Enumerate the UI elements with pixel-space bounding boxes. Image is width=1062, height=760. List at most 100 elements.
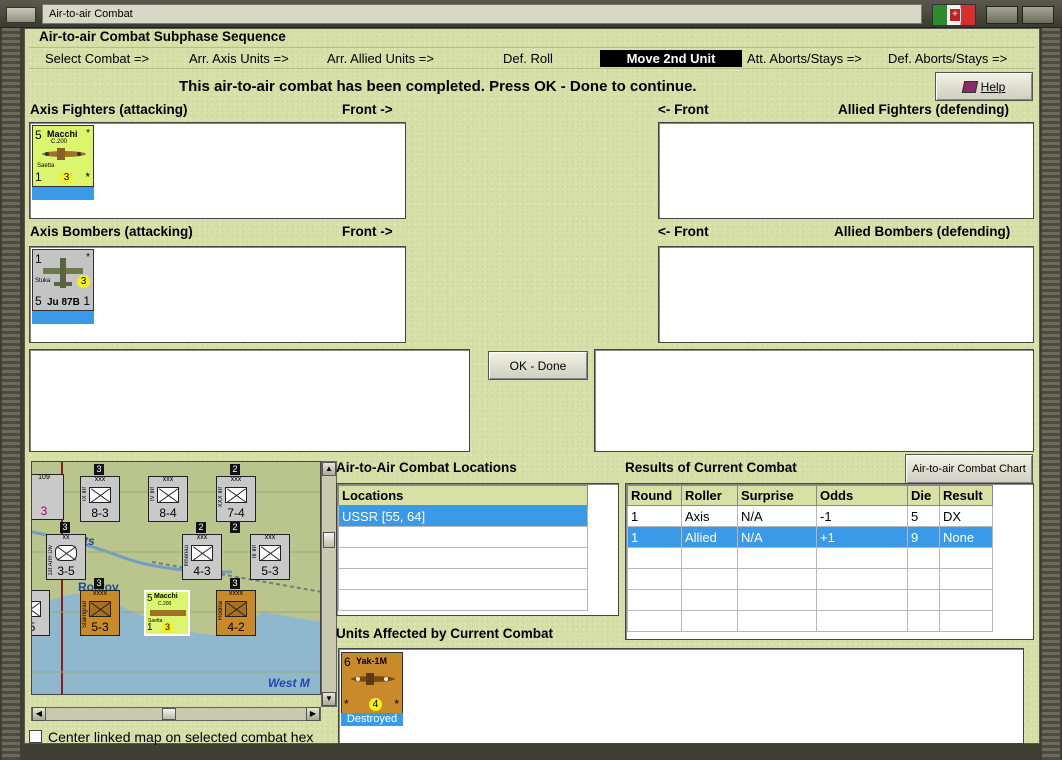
counter-name: Yak-1M xyxy=(356,656,388,666)
axis-bombers-panel[interactable]: 1 * Stuka 3 5 Ju 87B 1 xyxy=(29,246,406,343)
ok-done-button[interactable]: OK - Done xyxy=(488,351,588,380)
status-message: This air-to-air combat has been complete… xyxy=(179,78,697,95)
scroll-down-icon[interactable]: ▼ xyxy=(322,692,336,706)
results-cell xyxy=(627,568,682,590)
affected-unit-counter[interactable]: 6 Yak-1M * 4 * xyxy=(341,652,403,714)
axis-fighter-selection xyxy=(32,187,94,200)
counter-circle-value: 3 xyxy=(60,171,73,184)
results-cell xyxy=(681,568,738,590)
map-unit-1-side: IX Inf xyxy=(82,487,88,502)
axis-fighters-front-label: Front -> xyxy=(342,102,393,117)
results-cell: Allied xyxy=(681,526,738,548)
seq-step-def-aborts: Def. Aborts/Stays => xyxy=(888,51,1008,66)
axis-fighters-panel[interactable]: 5 Macchi C.200 * Saetta 1 3 * xyxy=(29,122,406,219)
allied-bombers-panel[interactable] xyxy=(658,246,1034,343)
location-row[interactable]: USSR [55, 64] xyxy=(338,505,588,527)
locations-header: Locations xyxy=(338,485,588,506)
results-header-odds: Odds xyxy=(816,485,908,506)
map-vscroll-thumb[interactable] xyxy=(323,532,335,548)
results-cell xyxy=(681,610,738,632)
allied-fighters-panel[interactable] xyxy=(658,122,1034,219)
locations-title: Air-to-Air Combat Locations xyxy=(336,460,517,475)
map-unit-0[interactable]: 109 3 xyxy=(32,474,64,520)
map-unit-5[interactable]: xxx Ilmenau 4-3 xyxy=(182,534,222,580)
results-row[interactable] xyxy=(627,610,993,632)
results-row[interactable] xyxy=(627,568,993,590)
counter-circle-value: 4 xyxy=(369,698,382,711)
counter-extra: Stuka xyxy=(35,278,51,284)
results-title: Results of Current Combat xyxy=(625,460,797,475)
locations-table: Locations USSR [55, 64] xyxy=(338,485,588,611)
system-menu-button[interactable] xyxy=(6,7,36,23)
scroll-up-icon[interactable]: ▲ xyxy=(322,462,336,476)
results-cell xyxy=(737,589,817,611)
location-cell: USSR [55, 64] xyxy=(338,505,588,527)
italy-flag-icon: + xyxy=(932,4,976,26)
map-unit-8[interactable]: xxxx Rodina 4-2 xyxy=(216,590,256,636)
frame-rail-right xyxy=(1042,28,1060,760)
results-cell xyxy=(681,589,738,611)
results-row[interactable] xyxy=(627,547,993,569)
map-unit-7-size: xxxx xyxy=(93,590,107,597)
scroll-right-icon[interactable]: ▶ xyxy=(306,707,320,721)
results-cell: 5 xyxy=(907,505,940,527)
map-stack-7: 3 xyxy=(94,578,104,589)
results-cell: +1 xyxy=(816,526,908,548)
fighter-plane-icon xyxy=(351,673,395,685)
map-unit-3[interactable]: xxx XXX Inf 7-4 xyxy=(216,476,256,522)
map-vertical-scrollbar[interactable]: ▲ ▼ xyxy=(321,461,337,707)
map-unit-6-size: xxx xyxy=(264,534,276,541)
location-cell xyxy=(338,526,588,548)
destroyed-status: Destroyed xyxy=(341,713,403,726)
map-air-bottom-left: 1 xyxy=(147,622,153,633)
results-cell xyxy=(816,568,908,590)
map-label-city2: West M xyxy=(268,676,310,690)
map-unit-5-val: 4-3 xyxy=(193,564,211,578)
axis-fighter-counter[interactable]: 5 Macchi C.200 * Saetta 1 3 * xyxy=(32,125,94,187)
location-row[interactable] xyxy=(338,568,588,590)
map-unit-2[interactable]: xxx IV Inf 8-4 xyxy=(148,476,188,522)
help-button[interactable]: Help xyxy=(935,72,1033,101)
map-unit-5-size: xxx xyxy=(196,534,208,541)
map-unit-6-side: III Inf xyxy=(252,545,258,559)
counter-extra: Saetta xyxy=(37,163,55,169)
help-book-icon xyxy=(961,81,978,93)
map-unit-edge[interactable]: -5 xyxy=(32,590,50,636)
map-unit-8-side: Rodina xyxy=(218,601,224,621)
results-cell: Axis xyxy=(681,505,738,527)
minimize-button[interactable] xyxy=(986,6,1018,24)
linked-map[interactable]: nets Rostov West M 109 3 xxxIX Inf8-3 3 … xyxy=(31,461,321,695)
results-cell xyxy=(816,610,908,632)
results-row[interactable] xyxy=(627,589,993,611)
close-button[interactable] xyxy=(1022,6,1054,24)
mech-icon xyxy=(225,601,247,617)
combat-chart-button[interactable]: Air-to-air Combat Chart xyxy=(905,454,1033,484)
map-unit-6[interactable]: xxx III Inf 5-3 xyxy=(250,534,290,580)
results-cell xyxy=(939,589,993,611)
map-unit-7[interactable]: xxxx Stalingrad 5-3 xyxy=(80,590,120,636)
map-air-counter[interactable]: 5 Macchi C.200 Saetta 1 3 xyxy=(144,590,190,636)
results-header-die: Die xyxy=(907,485,940,506)
location-row[interactable] xyxy=(338,547,588,569)
map-unit-1[interactable]: xxx IX Inf 8-3 xyxy=(80,476,120,522)
results-cell xyxy=(627,610,682,632)
map-stack-6: 2 xyxy=(230,522,240,533)
map-horizontal-scrollbar[interactable]: ◀ ▶ xyxy=(31,707,321,721)
axis-bomber-counter[interactable]: 1 * Stuka 3 5 Ju 87B 1 xyxy=(32,249,94,311)
axis-bombers-front-label: Front -> xyxy=(342,224,393,239)
location-row[interactable] xyxy=(338,589,588,611)
results-row[interactable]: 1 Allied N/A +1 9 None xyxy=(627,526,993,548)
map-unit-4[interactable]: xx 1st Arm Div 3-5 xyxy=(46,534,86,580)
seq-step-att-aborts: Att. Aborts/Stays => xyxy=(747,51,862,66)
location-row[interactable] xyxy=(338,526,588,548)
mech-icon xyxy=(191,545,213,561)
mech-icon xyxy=(89,601,111,617)
infantry-icon xyxy=(32,601,41,617)
center-map-checkbox[interactable] xyxy=(29,730,42,743)
map-hscroll-thumb[interactable] xyxy=(162,708,176,720)
map-unit-3-side: XXX Inf xyxy=(218,487,224,508)
scroll-left-icon[interactable]: ◀ xyxy=(32,707,46,721)
results-row[interactable]: 1 Axis N/A -1 5 DX xyxy=(627,505,993,527)
units-affected-panel[interactable]: 6 Yak-1M * 4 * Destroyed xyxy=(338,648,1024,744)
air-combat-dialog: Air-to-air Combat Subphase Sequence Sele… xyxy=(24,28,1040,745)
